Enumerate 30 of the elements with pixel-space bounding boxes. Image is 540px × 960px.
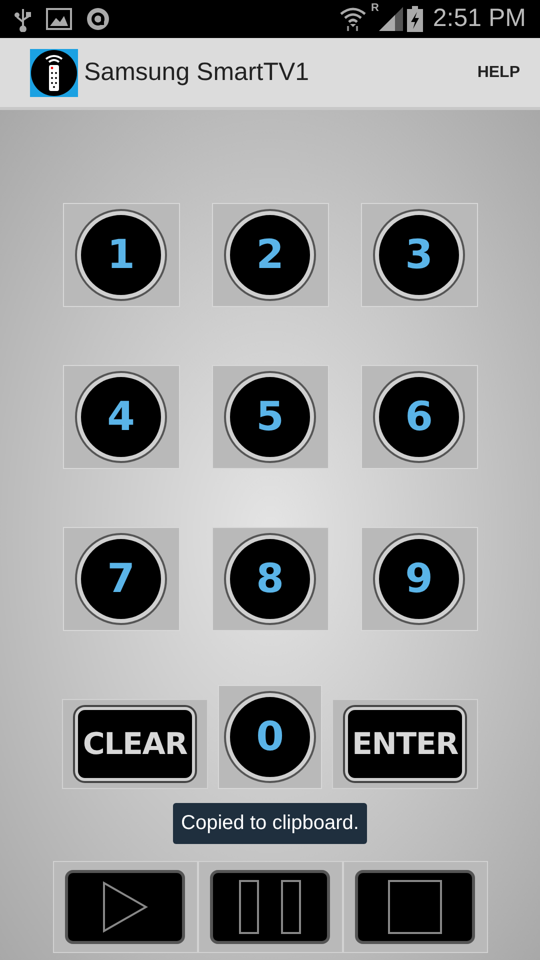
digit-button[interactable]: 2	[226, 211, 314, 299]
play-icon	[102, 881, 148, 933]
digit-button[interactable]: 5	[226, 373, 314, 461]
key-button[interactable]: ENTER	[345, 707, 465, 781]
remote-control-icon	[30, 48, 78, 96]
digit-button[interactable]: 0	[226, 693, 314, 781]
app-title: Samsung SmartTV1	[84, 56, 310, 88]
pause-icon	[239, 880, 301, 934]
image-icon	[46, 8, 72, 30]
signal-icon	[378, 7, 403, 31]
help-button[interactable]: HELP	[477, 60, 520, 84]
play-button[interactable]	[65, 870, 185, 944]
pause-button[interactable]	[210, 870, 330, 944]
digit-button[interactable]: 3	[375, 211, 463, 299]
digit-button[interactable]: 4	[77, 373, 165, 461]
digit-button[interactable]: 8	[226, 535, 314, 623]
digit-button[interactable]: 7	[77, 535, 165, 623]
digit-button[interactable]: 1	[77, 211, 165, 299]
wifi-icon	[338, 6, 367, 32]
stop-button[interactable]	[355, 870, 475, 944]
key-button[interactable]: CLEAR	[75, 707, 195, 781]
digit-button[interactable]: 6	[375, 373, 463, 461]
toast-message: Copied to clipboard.	[173, 803, 367, 844]
network-label: R	[370, 3, 379, 14]
circle-icon	[86, 7, 110, 31]
clock-time: 2:51 PM	[432, 3, 526, 34]
digit-button[interactable]: 9	[375, 535, 463, 623]
stop-icon	[388, 880, 442, 934]
usb-icon	[14, 6, 32, 32]
battery-charging-icon	[406, 6, 423, 32]
